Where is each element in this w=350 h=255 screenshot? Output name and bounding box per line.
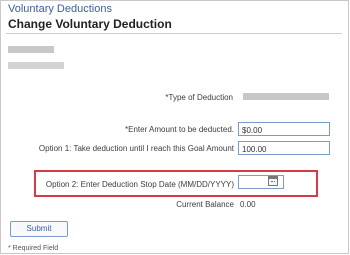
redacted-id-line <box>8 62 64 69</box>
required-field-note: * Required Field <box>8 245 59 252</box>
breadcrumb[interactable]: Voluntary Deductions <box>8 3 112 15</box>
submit-button[interactable]: Submit <box>10 221 68 237</box>
title-divider <box>6 33 342 34</box>
amount-label: *Enter Amount to be deducted. <box>125 125 234 134</box>
stop-date-label: Option 2: Enter Deduction Stop Date (MM/… <box>45 180 234 189</box>
calendar-icon[interactable] <box>268 176 278 186</box>
type-of-deduction-label: *Type of Deduction <box>165 93 233 102</box>
current-balance-value: 0.00 <box>240 200 256 209</box>
redacted-deduction-type <box>243 93 329 100</box>
amount-input[interactable] <box>238 122 330 136</box>
goal-amount-input[interactable] <box>238 141 330 155</box>
current-balance-label: Current Balance <box>176 200 234 209</box>
page-title: Change Voluntary Deduction <box>8 17 172 31</box>
redacted-name-line <box>8 46 54 53</box>
goal-amount-label: Option 1: Take deduction until I reach t… <box>38 144 234 153</box>
